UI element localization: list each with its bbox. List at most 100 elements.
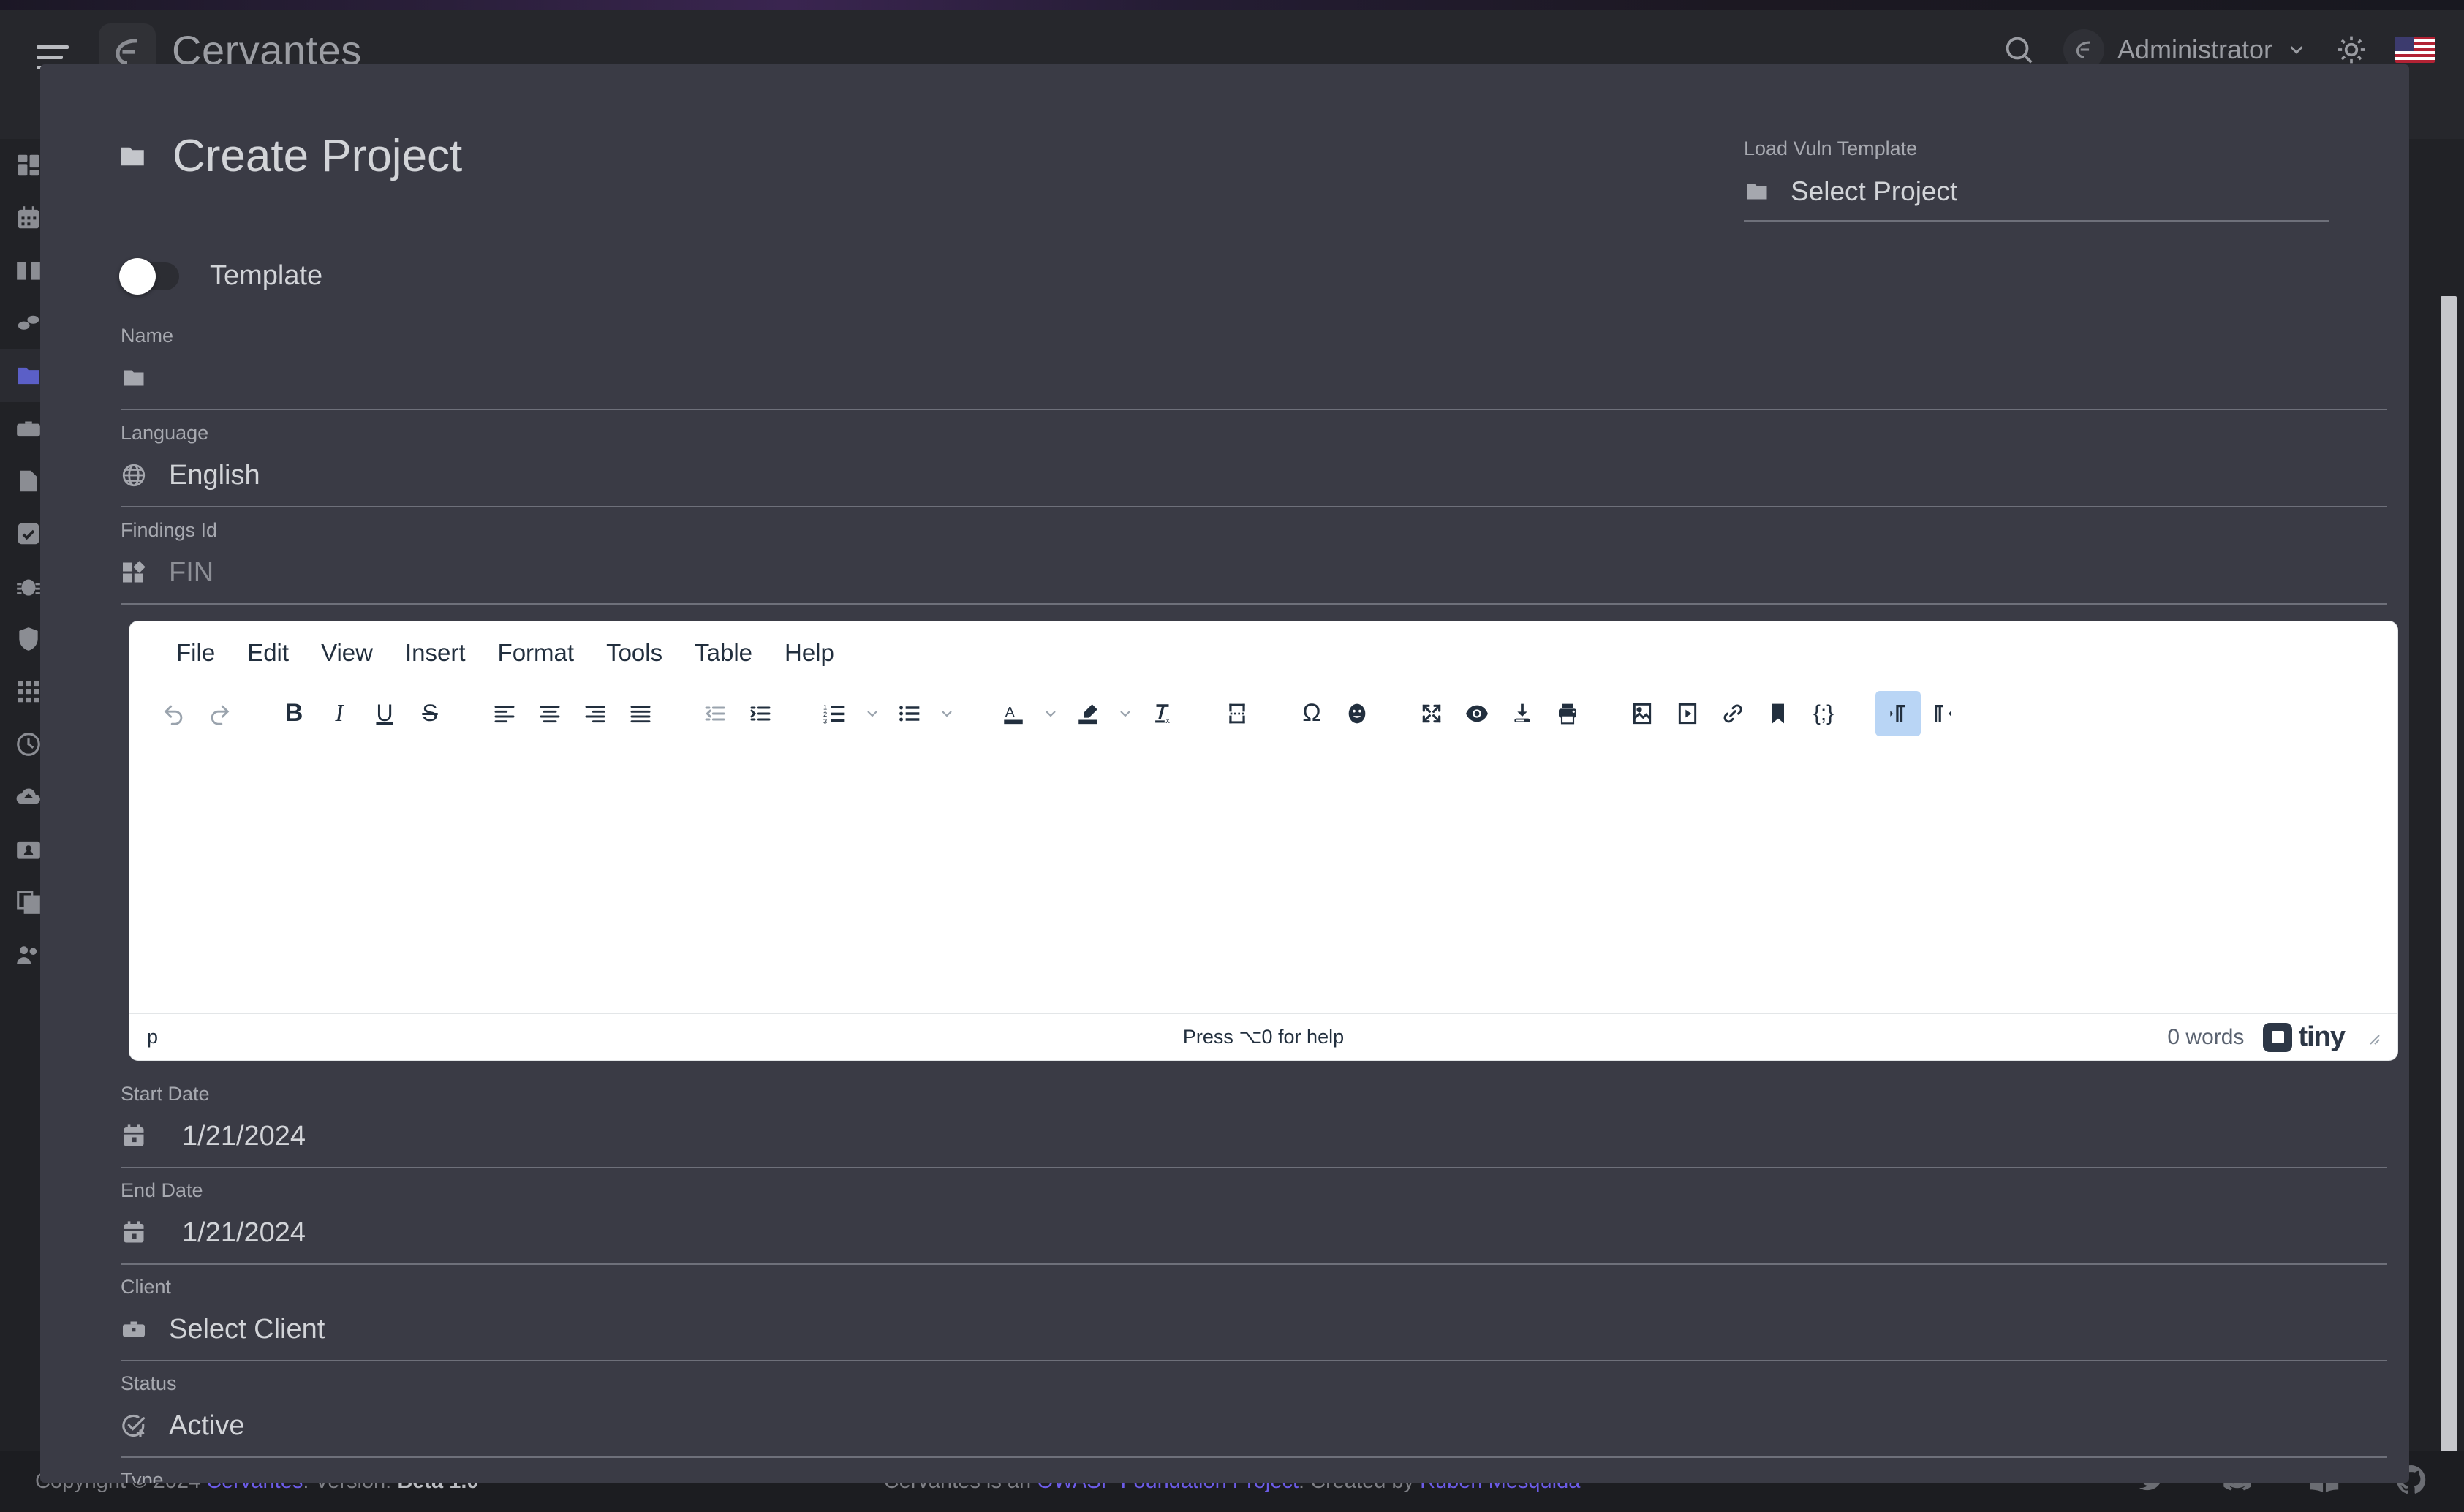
redo-icon[interactable]	[197, 691, 242, 736]
bug-icon	[15, 572, 42, 600]
team-icon	[15, 309, 42, 337]
export-icon[interactable]	[1500, 691, 1545, 736]
undo-icon[interactable]	[151, 691, 197, 736]
source-code-icon[interactable]: {;}	[1801, 691, 1846, 736]
field-client-select[interactable]: Select Client	[121, 1313, 2387, 1361]
field-status: Status Active	[121, 1372, 2387, 1458]
editor-content-area[interactable]	[129, 744, 2397, 1013]
editor-menubar: File Edit View Insert Format Tools Table…	[129, 621, 2397, 683]
tinymce-branding[interactable]: tiny	[2263, 1021, 2346, 1053]
field-client-value: Select Client	[169, 1313, 325, 1345]
svg-text:3: 3	[823, 717, 827, 725]
book-icon	[15, 257, 42, 284]
field-start-date: Start Date 1/21/2024	[121, 1083, 2387, 1168]
special-character-icon[interactable]: Ω	[1289, 691, 1334, 736]
chevron-down-icon[interactable]	[1111, 691, 1140, 736]
language-flag-icon[interactable]	[2395, 37, 2435, 63]
editor-menu-edit[interactable]: Edit	[231, 640, 305, 665]
rtl-icon[interactable]	[1921, 691, 1966, 736]
field-end-date-input[interactable]: 1/21/2024	[121, 1217, 2387, 1265]
field-start-date-input[interactable]: 1/21/2024	[121, 1120, 2387, 1168]
tinymce-brand-text: tiny	[2298, 1021, 2346, 1052]
print-icon[interactable]	[1545, 691, 1590, 736]
create-project-modal: Create Project Load Vuln Template Select…	[40, 64, 2409, 1483]
field-client: Client Select Client	[121, 1276, 2387, 1361]
field-findings-id: Findings Id FIN	[121, 519, 2387, 605]
users-icon	[15, 941, 42, 969]
preview-icon[interactable]	[1454, 691, 1500, 736]
search-icon[interactable]	[2002, 33, 2036, 67]
chevron-down-icon[interactable]	[1036, 691, 1065, 736]
page-scrollbar-thumb[interactable]	[2441, 296, 2457, 1512]
editor-menu-view[interactable]: View	[305, 640, 389, 665]
chevron-down-icon[interactable]	[932, 691, 961, 736]
grid-icon	[15, 678, 42, 706]
numbered-list-icon[interactable]: 123	[812, 691, 858, 736]
insert-media-icon[interactable]	[1665, 691, 1710, 736]
theme-toggle-icon[interactable]	[2335, 34, 2367, 66]
anchor-icon[interactable]	[1756, 691, 1801, 736]
field-status-label: Status	[121, 1372, 177, 1394]
align-center-icon[interactable]	[527, 691, 572, 736]
ltr-icon[interactable]	[1875, 690, 1921, 736]
field-language-select[interactable]: English	[121, 459, 2387, 507]
load-vuln-template-value: Select Project	[1791, 176, 1958, 206]
editor-menu-help[interactable]: Help	[768, 640, 850, 665]
editor-menu-file[interactable]: File	[160, 640, 231, 665]
fullscreen-icon[interactable]	[1409, 691, 1454, 736]
field-findings-id-input[interactable]: FIN	[121, 556, 2387, 605]
field-name-input[interactable]	[121, 362, 2387, 410]
bold-icon[interactable]: B	[271, 691, 317, 736]
load-vuln-template-select[interactable]: Select Project	[1744, 176, 2329, 222]
underline-icon[interactable]: U	[362, 691, 407, 736]
rich-text-editor[interactable]: File Edit View Insert Format Tools Table…	[129, 621, 2397, 1060]
remove-format-icon[interactable]: x	[1140, 691, 1185, 736]
insert-image-icon[interactable]	[1620, 691, 1665, 736]
editor-resize-grip[interactable]	[2364, 1029, 2381, 1046]
top-accent-strip	[0, 0, 2464, 10]
folder-icon	[121, 365, 147, 391]
strikethrough-icon[interactable]: S	[407, 691, 453, 736]
field-language-label: Language	[121, 422, 209, 444]
user-name: Administrator	[2117, 34, 2272, 64]
align-justify-icon[interactable]	[618, 691, 663, 736]
field-type-label: Type	[121, 1469, 164, 1483]
field-client-label: Client	[121, 1276, 172, 1298]
chevron-down-icon	[2290, 46, 2303, 54]
page-scrollbar-track[interactable]	[2439, 139, 2464, 1512]
field-end-date: End Date 1/21/2024	[121, 1179, 2387, 1265]
field-status-select[interactable]: Active	[121, 1410, 2387, 1458]
field-name: Name	[121, 325, 2387, 410]
emoji-icon[interactable]	[1334, 691, 1380, 736]
page-title-text: Create Project	[173, 131, 463, 181]
template-toggle[interactable]	[119, 257, 179, 295]
field-findings-id-label: Findings Id	[121, 519, 218, 541]
field-start-date-label: Start Date	[121, 1083, 210, 1105]
page-break-icon[interactable]	[1214, 691, 1260, 736]
editor-menu-table[interactable]: Table	[679, 640, 768, 665]
category-icon	[121, 559, 147, 586]
field-name-label: Name	[121, 325, 174, 347]
chevron-down-icon[interactable]	[858, 691, 887, 736]
highlight-color-icon[interactable]	[1065, 691, 1111, 736]
insert-link-icon[interactable]	[1710, 691, 1756, 736]
check-circle-plus-icon	[121, 1413, 147, 1439]
italic-icon[interactable]: I	[317, 691, 362, 736]
indent-icon[interactable]	[738, 691, 783, 736]
editor-toolbar: B I U S 123 A x Ω {;}	[129, 683, 2397, 744]
editor-status-bar: p Press ⌥0 for help 0 words tiny	[129, 1013, 2397, 1060]
align-right-icon[interactable]	[572, 691, 618, 736]
bullet-list-icon[interactable]	[887, 691, 932, 736]
editor-menu-tools[interactable]: Tools	[590, 640, 679, 665]
template-toggle-row[interactable]: Template	[119, 257, 322, 295]
text-color-icon[interactable]: A	[991, 691, 1036, 736]
align-left-icon[interactable]	[482, 691, 527, 736]
clock-icon	[15, 730, 42, 758]
editor-menu-format[interactable]: Format	[482, 640, 591, 665]
load-vuln-template-label: Load Vuln Template	[1744, 137, 1918, 159]
editor-element-path[interactable]: p	[147, 1026, 158, 1048]
outdent-icon[interactable]	[692, 691, 738, 736]
editor-menu-insert[interactable]: Insert	[389, 640, 482, 665]
field-language: Language English	[121, 422, 2387, 507]
field-end-date-label: End Date	[121, 1179, 203, 1201]
